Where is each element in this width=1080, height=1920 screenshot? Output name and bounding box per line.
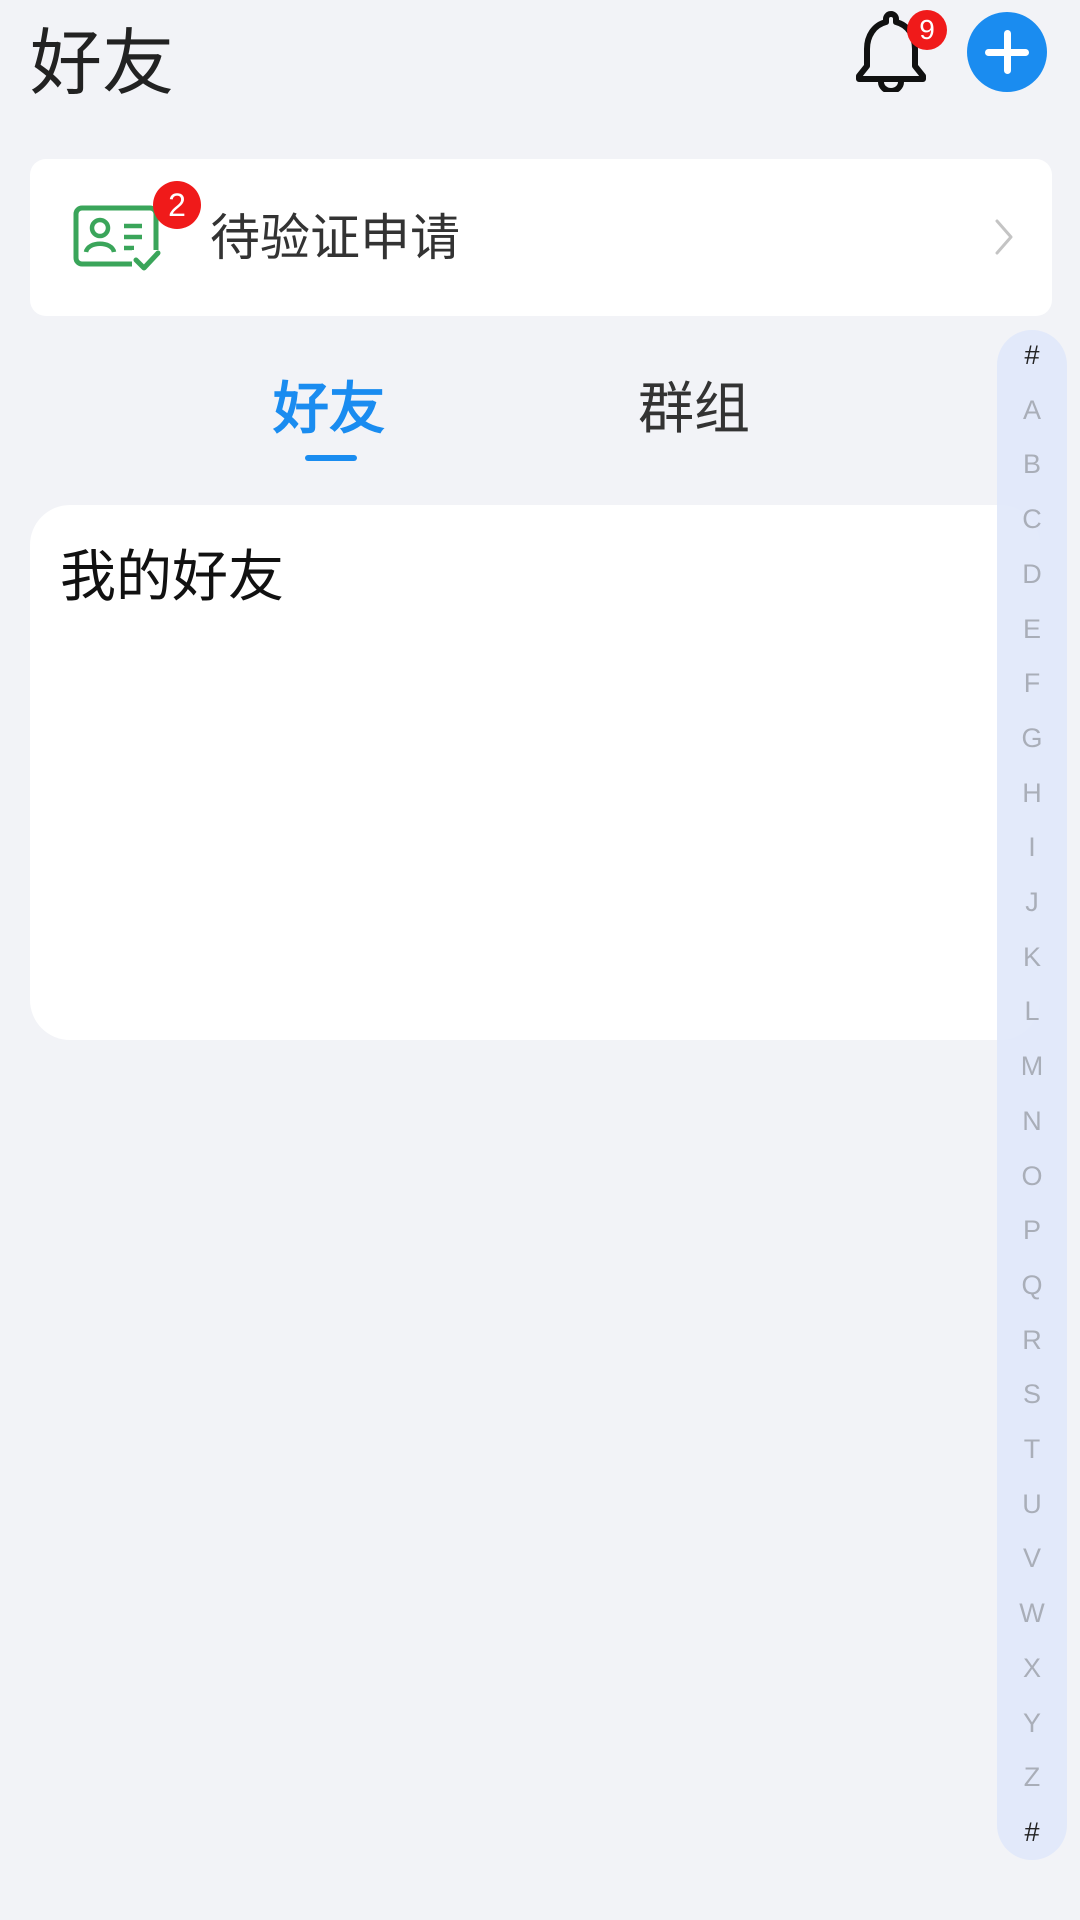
index-letter-i[interactable]: I — [997, 822, 1067, 872]
index-letter-hash[interactable]: # — [997, 1807, 1067, 1857]
index-letter-l[interactable]: L — [997, 986, 1067, 1036]
id-card-check-icon — [73, 205, 164, 274]
index-letter-s[interactable]: S — [997, 1369, 1067, 1419]
index-letter-h[interactable]: H — [997, 768, 1067, 818]
notification-button[interactable]: 9 — [852, 6, 947, 96]
index-letter-d[interactable]: D — [997, 549, 1067, 599]
page-title: 好友 — [30, 21, 175, 105]
index-letter-q[interactable]: Q — [997, 1260, 1067, 1310]
index-letter-hash[interactable]: # — [997, 330, 1067, 380]
index-letter-p[interactable]: P — [997, 1205, 1067, 1255]
index-letter-n[interactable]: N — [997, 1096, 1067, 1146]
index-letter-j[interactable]: J — [997, 877, 1067, 927]
alphabet-index-bar[interactable]: # A B C D E F G H I J K L M N O P Q R S T U V W X Y Z # — [997, 330, 1067, 1860]
tab-groups[interactable]: 群组 — [638, 372, 750, 448]
add-button[interactable] — [967, 12, 1047, 92]
index-letter-g[interactable]: G — [997, 713, 1067, 763]
index-letter-t[interactable]: T — [997, 1424, 1067, 1474]
my-friends-card: 我的好友 — [30, 505, 1040, 1040]
my-friends-title: 我的好友 — [60, 545, 284, 610]
tab-friends[interactable]: 好友 — [273, 372, 385, 448]
verify-badge: 2 — [153, 181, 201, 229]
index-letter-m[interactable]: M — [997, 1041, 1067, 1091]
active-tab-indicator — [305, 455, 357, 461]
notification-badge: 9 — [907, 10, 947, 50]
chevron-right-icon — [995, 219, 1013, 255]
index-letter-c[interactable]: C — [997, 494, 1067, 544]
index-letter-e[interactable]: E — [997, 604, 1067, 654]
index-letter-z[interactable]: Z — [997, 1752, 1067, 1802]
index-letter-w[interactable]: W — [997, 1588, 1067, 1638]
index-letter-v[interactable]: V — [997, 1533, 1067, 1583]
index-letter-k[interactable]: K — [997, 932, 1067, 982]
index-letter-b[interactable]: B — [997, 439, 1067, 489]
index-letter-r[interactable]: R — [997, 1315, 1067, 1365]
index-letter-a[interactable]: A — [997, 385, 1067, 435]
index-letter-y[interactable]: Y — [997, 1698, 1067, 1748]
index-letter-u[interactable]: U — [997, 1479, 1067, 1529]
index-letter-f[interactable]: F — [997, 658, 1067, 708]
pending-verification-row[interactable]: 2 待验证申请 — [30, 159, 1052, 316]
index-letter-x[interactable]: X — [997, 1643, 1067, 1693]
pending-verification-label: 待验证申请 — [210, 209, 460, 267]
index-letter-o[interactable]: O — [997, 1151, 1067, 1201]
